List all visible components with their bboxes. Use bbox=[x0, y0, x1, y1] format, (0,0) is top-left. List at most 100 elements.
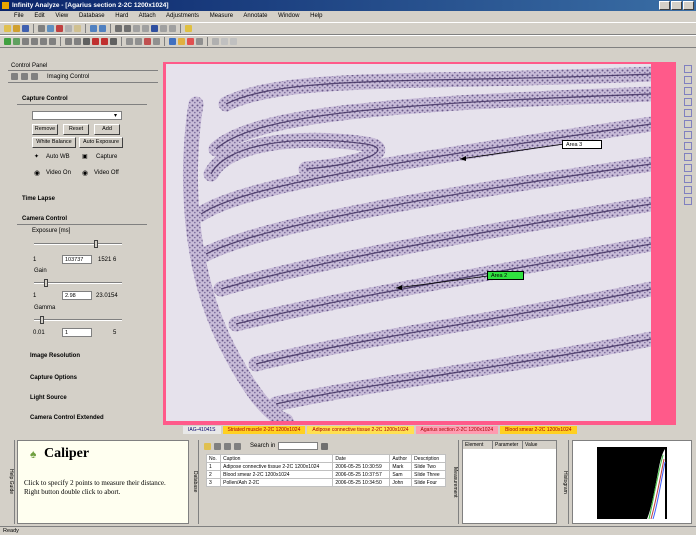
remove-button[interactable]: Remove bbox=[32, 124, 58, 135]
light-source-header[interactable]: Light Source bbox=[30, 395, 67, 401]
arrow-tool-icon[interactable] bbox=[683, 175, 692, 183]
column-header[interactable]: Parameter bbox=[493, 441, 523, 449]
column-header[interactable]: Element bbox=[463, 441, 493, 449]
exposure-slider[interactable] bbox=[34, 243, 122, 245]
camera-control-header[interactable]: Camera Control bbox=[22, 216, 67, 222]
tool-icon[interactable] bbox=[230, 38, 237, 45]
text-tool-icon[interactable] bbox=[683, 131, 692, 139]
histogram-tab[interactable]: Histogram bbox=[562, 440, 569, 524]
tab-iag[interactable]: IAG-41041S bbox=[183, 426, 221, 434]
delete-icon[interactable] bbox=[224, 442, 231, 450]
menu-database[interactable]: Database bbox=[79, 13, 105, 19]
tool-icon[interactable] bbox=[126, 38, 133, 45]
column-header[interactable]: Caption bbox=[220, 454, 334, 463]
tab-adipose[interactable]: Adipose connective tissue 2-2C 1200x1024 bbox=[307, 426, 414, 434]
time-lapse-header[interactable]: Time Lapse bbox=[22, 196, 55, 202]
menu-window[interactable]: Window bbox=[278, 13, 299, 19]
fit-icon[interactable] bbox=[133, 25, 140, 32]
exposure-slider-thumb[interactable] bbox=[94, 240, 98, 248]
column-header[interactable]: No. bbox=[205, 454, 222, 463]
home-icon[interactable] bbox=[31, 73, 38, 80]
gain-field[interactable]: 2.98 bbox=[62, 291, 92, 300]
table-row[interactable]: 3 Pollen/Ash 2-2C 2006-05-25 10:34:50 Jo… bbox=[205, 478, 446, 487]
column-header[interactable]: Author bbox=[389, 454, 413, 463]
annotation-area-3[interactable]: Area 3 bbox=[562, 140, 602, 149]
auto-wb-button[interactable]: Auto WB bbox=[46, 154, 70, 160]
profile-select[interactable] bbox=[32, 111, 122, 120]
grid-icon[interactable] bbox=[65, 38, 72, 45]
count-tool-icon[interactable] bbox=[683, 164, 692, 172]
add-button[interactable]: Add bbox=[94, 124, 120, 135]
annotation-area-2[interactable]: Area 2 bbox=[487, 271, 524, 280]
tool-icon[interactable] bbox=[144, 38, 151, 45]
table-row[interactable]: 1 Adipose connective tissue 2-2C 1200x10… bbox=[205, 462, 446, 471]
column-header[interactable]: Date bbox=[332, 454, 391, 463]
undo-icon[interactable] bbox=[90, 25, 97, 32]
zoom-in-icon[interactable] bbox=[115, 25, 122, 32]
tool-icon[interactable] bbox=[135, 38, 142, 45]
select-icon[interactable] bbox=[151, 25, 158, 32]
tool-icon[interactable] bbox=[221, 38, 228, 45]
redo-icon[interactable] bbox=[99, 25, 106, 32]
measurement-tab[interactable]: Measurement bbox=[452, 440, 459, 524]
menu-hard[interactable]: Hard bbox=[115, 13, 128, 19]
preview-icon[interactable] bbox=[47, 25, 54, 32]
ellipse-tool-icon[interactable] bbox=[683, 98, 692, 106]
measure-tool-icon[interactable] bbox=[683, 142, 692, 150]
gain-slider-thumb[interactable] bbox=[44, 279, 48, 287]
rectangle-tool-icon[interactable] bbox=[683, 87, 692, 95]
search-in-select[interactable] bbox=[278, 442, 319, 450]
menu-edit[interactable]: Edit bbox=[34, 13, 44, 19]
exposure-field[interactable]: 103737 bbox=[62, 255, 92, 264]
table-row[interactable]: 2 Blood smear 2-2C 1200x1024 2006-05-25 … bbox=[205, 470, 446, 479]
tool-icon[interactable] bbox=[212, 38, 219, 45]
tool-icon[interactable] bbox=[153, 38, 160, 45]
chevron-down-icon[interactable]: ▾ bbox=[114, 112, 117, 119]
select-tool-icon[interactable] bbox=[683, 65, 692, 73]
gamma-slider[interactable] bbox=[34, 319, 122, 321]
properties-icon[interactable] bbox=[234, 442, 241, 450]
red-channel-icon[interactable] bbox=[92, 38, 99, 45]
cut-icon[interactable] bbox=[56, 25, 63, 32]
tab-blood-smear[interactable]: Blood smear 2-2C 1200x1024 bbox=[500, 426, 577, 434]
angle-tool-icon[interactable] bbox=[683, 153, 692, 161]
video-off-radio[interactable]: ◉ bbox=[82, 169, 88, 177]
zoom-out-icon[interactable] bbox=[124, 25, 131, 32]
auto-exposure-button[interactable]: Auto Exposure bbox=[79, 137, 123, 148]
video-on-radio[interactable]: ◉ bbox=[34, 169, 40, 177]
paste-icon[interactable] bbox=[74, 25, 81, 32]
caliper-tool-icon[interactable] bbox=[683, 186, 692, 194]
arrow-icon[interactable] bbox=[31, 38, 38, 45]
microscope-image[interactable]: Area 3 Area 2 bbox=[166, 64, 651, 421]
line-tool-icon[interactable] bbox=[683, 76, 692, 84]
close-button[interactable] bbox=[683, 1, 694, 10]
search-icon[interactable] bbox=[321, 442, 329, 450]
save-icon[interactable] bbox=[22, 25, 29, 32]
tool-icon[interactable] bbox=[83, 38, 90, 45]
new-icon[interactable] bbox=[4, 25, 11, 32]
menu-attach[interactable]: Attach bbox=[139, 13, 156, 19]
tool-icon[interactable] bbox=[169, 38, 176, 45]
tool-icon[interactable] bbox=[40, 38, 47, 45]
record-icon[interactable] bbox=[101, 38, 108, 45]
capture-icon[interactable] bbox=[4, 38, 11, 45]
copy-icon[interactable] bbox=[65, 25, 72, 32]
capture-options-header[interactable]: Capture Options bbox=[30, 375, 77, 381]
menu-help[interactable]: Help bbox=[310, 13, 322, 19]
help-guide-tab[interactable]: Help Guide bbox=[8, 440, 15, 524]
tool-icon[interactable] bbox=[74, 38, 81, 45]
tool-icon[interactable] bbox=[49, 38, 56, 45]
camera-control-extended-header[interactable]: Camera Control Extended bbox=[30, 415, 104, 421]
window-icon[interactable] bbox=[160, 25, 167, 32]
imaging-control-tab[interactable]: Imaging Control bbox=[47, 74, 89, 80]
area-tool-icon[interactable] bbox=[683, 197, 692, 205]
camera-icon[interactable] bbox=[13, 38, 20, 45]
image-resolution-header[interactable]: Image Resolution bbox=[30, 353, 80, 359]
database-tab[interactable]: Database bbox=[192, 440, 199, 524]
tool-icon[interactable] bbox=[22, 38, 29, 45]
refresh-icon[interactable] bbox=[214, 442, 221, 450]
tab-agarius-section[interactable]: Agarius section 2-2C 1200x1024 bbox=[415, 426, 499, 434]
menu-measure[interactable]: Measure bbox=[210, 13, 233, 19]
maximize-button[interactable] bbox=[671, 1, 682, 10]
minimize-button[interactable] bbox=[659, 1, 670, 10]
